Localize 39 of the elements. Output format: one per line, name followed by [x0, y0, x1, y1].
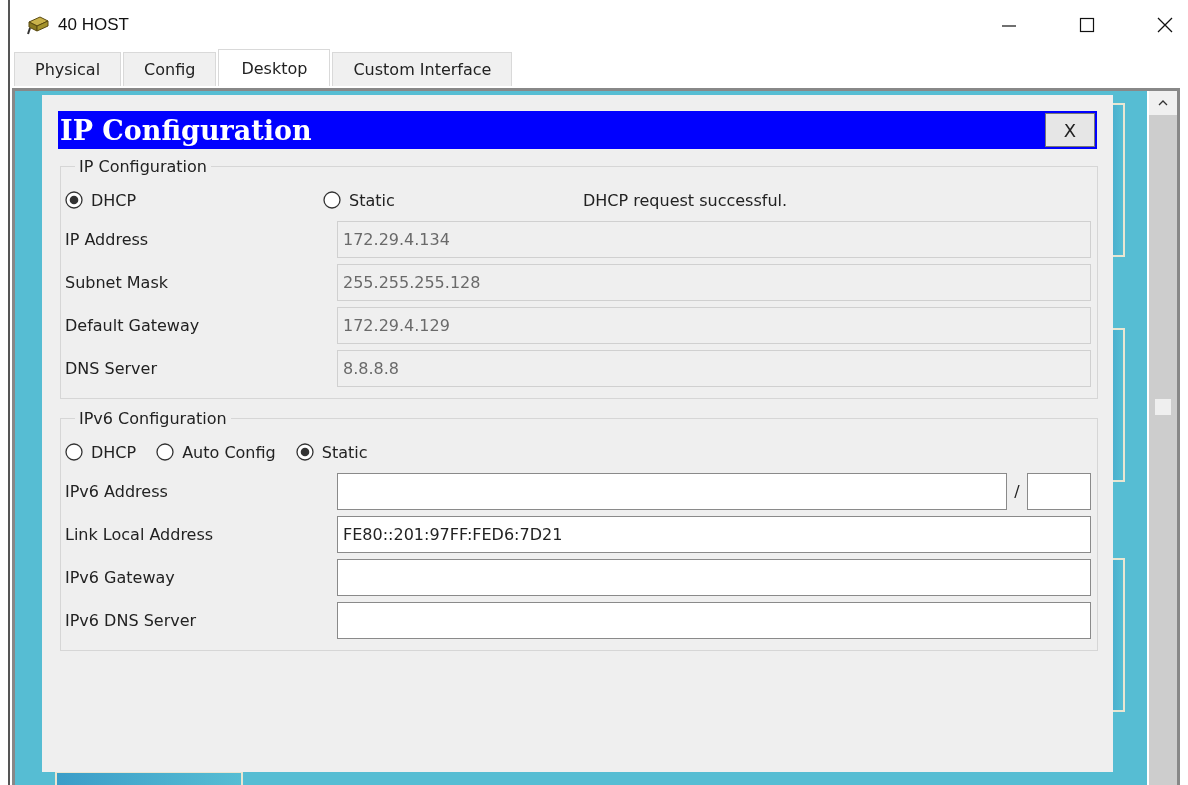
scroll-thumb[interactable]	[1155, 399, 1171, 415]
close-icon[interactable]	[1157, 17, 1173, 33]
window-title: 40 HOST	[58, 15, 129, 35]
input-field[interactable]: FE80::201:97FF:FED6:7D21	[337, 516, 1091, 553]
slash-separator: /	[1013, 482, 1021, 501]
input-field[interactable]	[337, 602, 1091, 639]
radio-option[interactable]: Static	[295, 442, 368, 462]
field-label: Link Local Address	[65, 525, 215, 544]
field-label: Default Gateway	[65, 316, 201, 335]
scrollbar[interactable]	[1147, 91, 1177, 785]
group-title: IPv6 Configuration	[78, 409, 228, 428]
status-message: DHCP request successful.	[583, 190, 788, 210]
tab[interactable]: Physical	[14, 52, 122, 86]
tab[interactable]: Desktop	[218, 49, 331, 86]
scroll-up-icon[interactable]	[1158, 100, 1168, 106]
field-label: IP Address	[65, 230, 150, 249]
field-label: DNS Server	[65, 359, 158, 378]
prefix-field[interactable]	[1027, 473, 1091, 510]
radio-button[interactable]	[65, 191, 83, 209]
field-label: IPv6 Address	[65, 482, 169, 501]
address-field[interactable]	[337, 473, 1007, 510]
radio-option[interactable]: DHCP	[65, 190, 301, 210]
input-field[interactable]	[337, 559, 1091, 596]
field-label: IPv6 DNS Server	[65, 611, 198, 630]
radio-button[interactable]	[295, 443, 314, 461]
radio-button[interactable]	[323, 191, 341, 209]
radio-option[interactable]: Auto Config	[156, 442, 276, 462]
group-title: IP Configuration	[78, 157, 208, 176]
tab[interactable]: Custom Interface	[332, 52, 513, 86]
field-label: Subnet Mask	[65, 273, 169, 292]
radio-option[interactable]: DHCP	[65, 442, 137, 462]
field-label: IPv6 Gateway	[65, 568, 176, 587]
dialog-title: IP Configuration	[60, 114, 312, 146]
radio-button[interactable]	[65, 443, 83, 461]
close-button[interactable]: X	[1045, 113, 1095, 147]
maximize-icon[interactable]	[1079, 17, 1095, 33]
radio-button[interactable]	[156, 443, 175, 461]
tab[interactable]: Config	[123, 52, 217, 86]
radio-option[interactable]: Static	[323, 190, 559, 210]
